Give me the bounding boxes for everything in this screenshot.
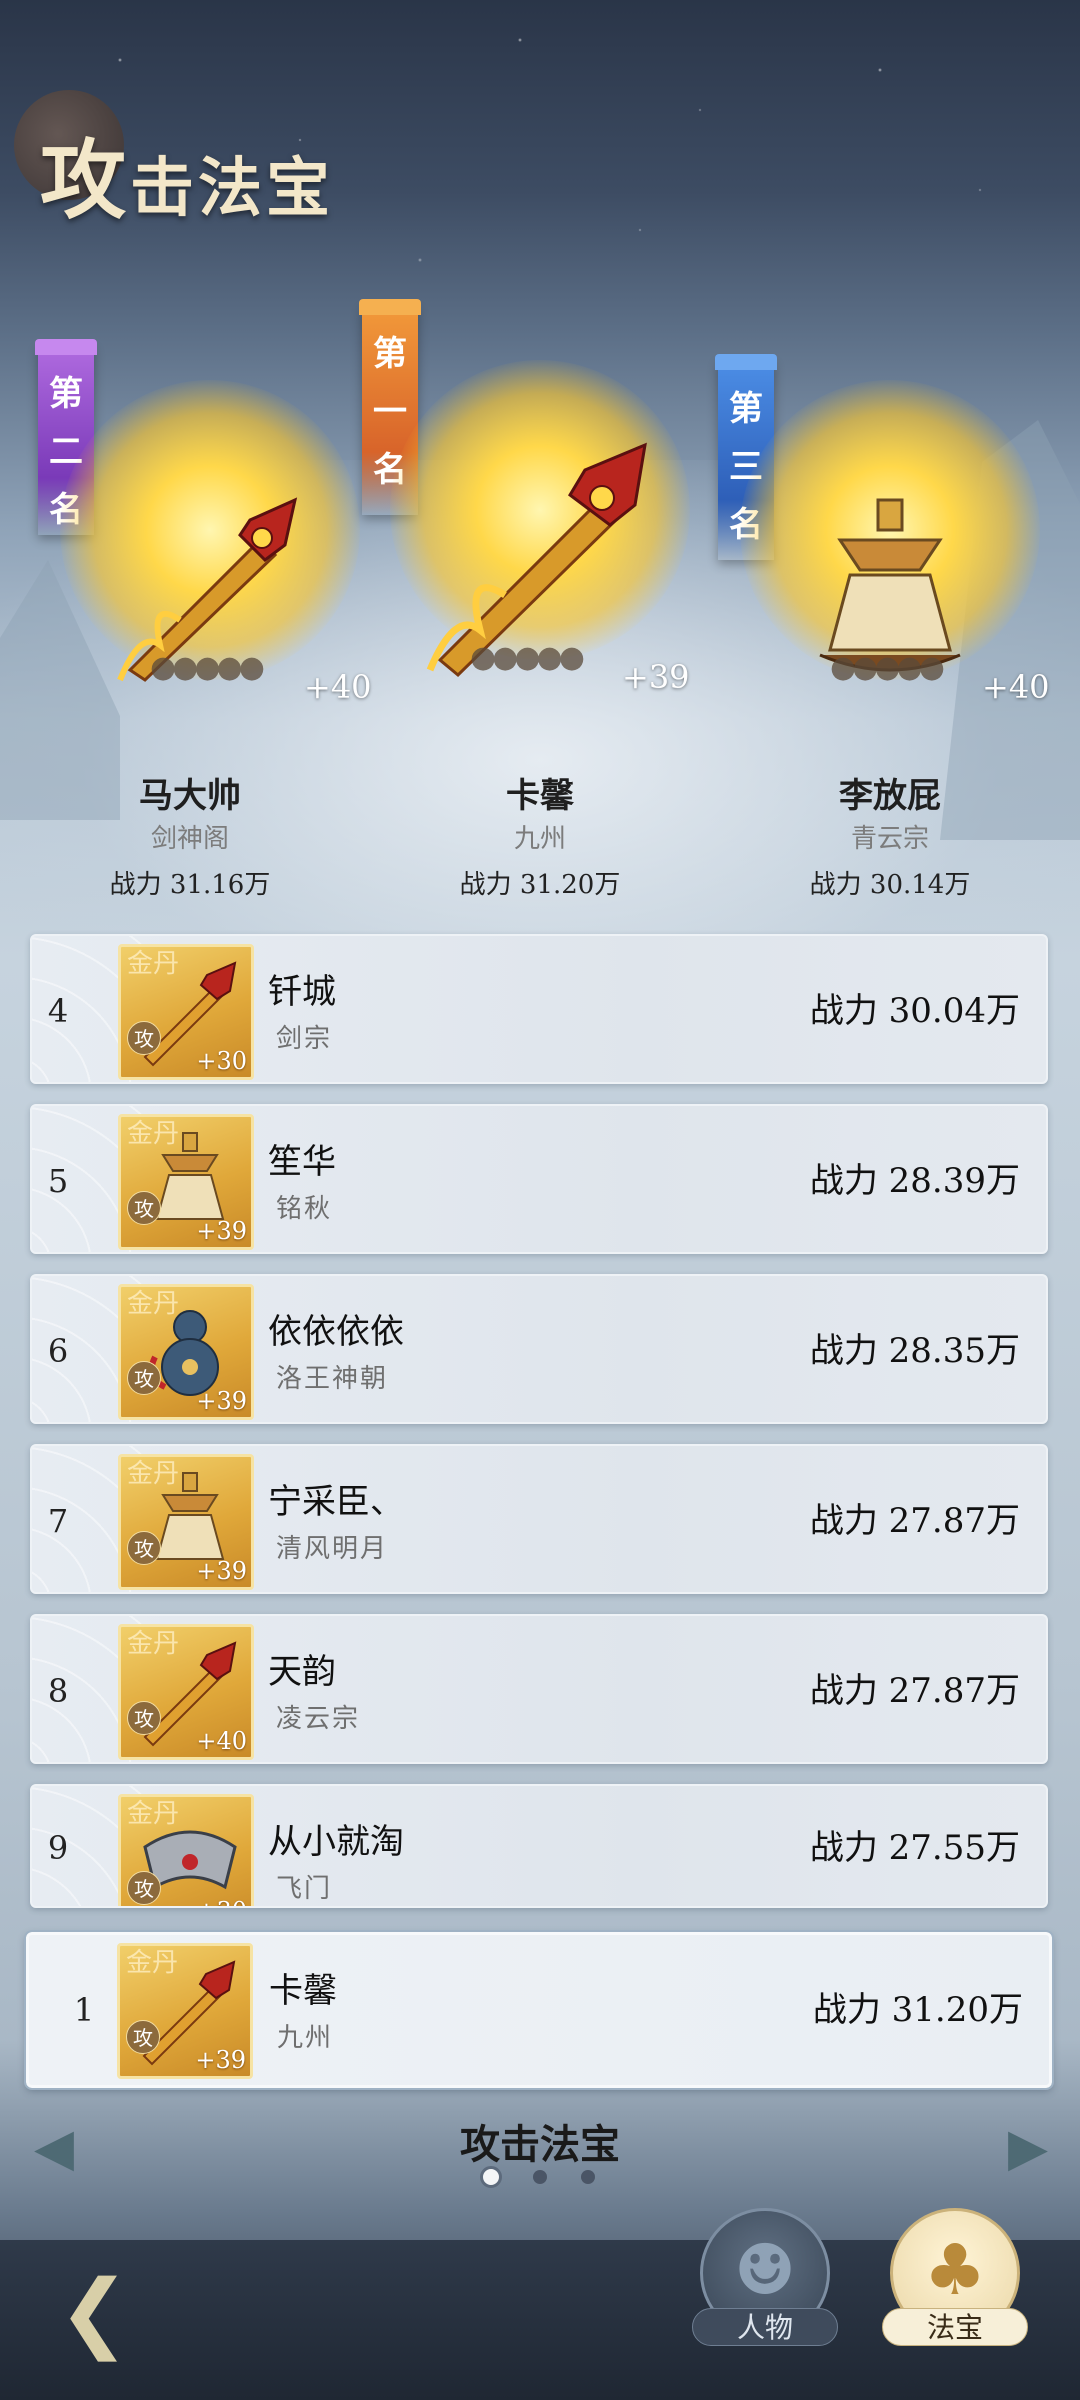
type-badge: 攻: [127, 1361, 161, 1395]
banner-char: 第: [373, 334, 407, 374]
rank-number: 7: [47, 1502, 69, 1540]
star-beads: ●●●●●: [150, 650, 265, 685]
player-sect: 九州: [513, 824, 566, 854]
player-power: 战力 31.20万: [812, 1990, 1023, 2030]
player-power: 战力 28.39万: [809, 1161, 1020, 1201]
type-badge: 攻: [127, 1021, 161, 1055]
treasure-level: +40: [982, 668, 1050, 706]
tab-people-label[interactable]: 人物: [692, 2308, 838, 2346]
rank-number: 4: [47, 992, 69, 1030]
player-name: 从小就淘: [268, 1822, 404, 1862]
back-arrow-icon[interactable]: ❮: [44, 2262, 144, 2362]
banner-char: 一: [373, 392, 407, 432]
treasure-card: 金丹 攻 +39: [118, 1284, 254, 1420]
tab-treasure-label[interactable]: 法宝: [882, 2308, 1028, 2346]
list-item[interactable]: 6 金丹 攻 +39 依依依依 洛王神朝 战力 28.35万: [30, 1274, 1048, 1424]
player-name: 卡馨: [269, 1971, 337, 2011]
player-name: 依依依依: [268, 1312, 404, 1352]
rank-number: 8: [47, 1672, 69, 1710]
treasure-card: 金丹 攻 +39: [118, 1454, 254, 1590]
quality-label: 金丹: [127, 1459, 180, 1489]
rank-number: 6: [47, 1332, 69, 1370]
player-sect: 青云宗: [850, 824, 929, 854]
player-power: 战力 31.20万: [459, 870, 621, 900]
quality-label: 金丹: [127, 1119, 180, 1149]
list-item[interactable]: 4 金丹 攻 +30 钎城 剑宗 战力 30.04万: [30, 934, 1048, 1084]
treasure-level: +39: [622, 658, 690, 696]
type-badge: 攻: [127, 1531, 161, 1565]
player-name: 马大帅: [139, 776, 241, 816]
list-item[interactable]: 5 金丹 攻 +39 笙华 铭秋 战力 28.39万: [30, 1104, 1048, 1254]
treasure-card: 金丹 攻 +39: [118, 1114, 254, 1250]
player-sect: 铭秋: [276, 1194, 333, 1224]
quality-label: 金丹: [127, 949, 180, 979]
player-power: 战力 31.16万: [109, 870, 271, 900]
star-beads: ●●●●●: [830, 650, 945, 685]
page-dot[interactable]: [533, 2170, 547, 2184]
treasure-level: +39: [196, 1217, 247, 1245]
player-power: 战力 28.35万: [809, 1331, 1020, 1371]
player-power: 战力 27.87万: [809, 1501, 1020, 1541]
player-sect: 洛王神朝: [276, 1364, 389, 1394]
player-sect: 清风明月: [276, 1534, 389, 1564]
player-name: 笙华: [268, 1142, 336, 1182]
list-item[interactable]: 9 金丹 攻 +30 从小就淘 飞门 战力 27.55万: [30, 1784, 1048, 1908]
treasure-level: +40: [196, 1727, 247, 1755]
page-indicator: [480, 2164, 600, 2188]
page-title: 攻击法宝: [40, 110, 334, 235]
pager-title: 攻击法宝: [460, 2121, 620, 2168]
treasure-level: +39: [196, 1557, 247, 1585]
title-rest: 击法宝: [130, 151, 334, 226]
treasure-card: 金丹 攻 +30: [118, 944, 254, 1080]
player-name: 李放屁: [839, 776, 941, 816]
star-beads: ●●●●●: [470, 640, 585, 675]
list-item[interactable]: 8 金丹 攻 +40 天韵 凌云宗 战力 27.87万: [30, 1614, 1048, 1764]
treasure-level: +39: [195, 2046, 246, 2074]
treasure-card: 金丹 攻 +30: [118, 1794, 254, 1906]
next-page-arrow-icon[interactable]: ▶: [1004, 2120, 1052, 2176]
player-power: 战力 27.55万: [809, 1828, 1020, 1868]
list-item[interactable]: 7 金丹 攻 +39 宁采臣、 清风明月 战力 27.87万: [30, 1444, 1048, 1594]
treasure-card: 金丹 攻 +39: [117, 1943, 253, 2079]
quality-label: 金丹: [126, 1948, 179, 1978]
type-badge: 攻: [126, 2020, 160, 2054]
banner-char: 第: [49, 374, 83, 414]
my-rank-row[interactable]: 1 金丹 攻 +39 卡馨 九州 战力 31.20万: [24, 1930, 1054, 2090]
gourd-icon: ♣: [923, 2229, 987, 2311]
quality-label: 金丹: [127, 1799, 180, 1829]
player-power: 战力 27.87万: [809, 1671, 1020, 1711]
treasure-level: +40: [304, 668, 372, 706]
player-power: 战力 30.14万: [809, 870, 971, 900]
treasure-level: +39: [196, 1387, 247, 1415]
player-power: 战力 30.04万: [809, 991, 1020, 1031]
banner-char: 第: [729, 389, 763, 429]
rank-number: 5: [47, 1162, 69, 1200]
person-silhouette-icon: ☻: [733, 2229, 797, 2311]
treasure-level: +30: [196, 1897, 247, 1906]
player-name: 宁采臣、: [268, 1482, 404, 1522]
page-dot-active[interactable]: [480, 2166, 502, 2188]
player-sect: 凌云宗: [276, 1704, 361, 1734]
page-dot[interactable]: [581, 2170, 595, 2184]
rank-number: 9: [47, 1829, 69, 1867]
treasure-level: +30: [196, 1047, 247, 1075]
player-name: 天韵: [268, 1652, 336, 1692]
player-sect: 飞门: [276, 1874, 333, 1904]
title-first-char: 攻: [40, 130, 130, 231]
player-sect: 剑宗: [276, 1024, 333, 1054]
treasure-card: 金丹 攻 +40: [118, 1624, 254, 1760]
type-badge: 攻: [127, 1701, 161, 1735]
type-badge: 攻: [127, 1871, 161, 1905]
player-sect: 九州: [277, 2023, 334, 2053]
player-name: 钎城: [268, 972, 336, 1012]
type-badge: 攻: [127, 1191, 161, 1225]
player-name: 卡馨: [506, 776, 574, 816]
quality-label: 金丹: [127, 1289, 180, 1319]
player-sect: 剑神阁: [150, 824, 229, 854]
quality-label: 金丹: [127, 1629, 180, 1659]
